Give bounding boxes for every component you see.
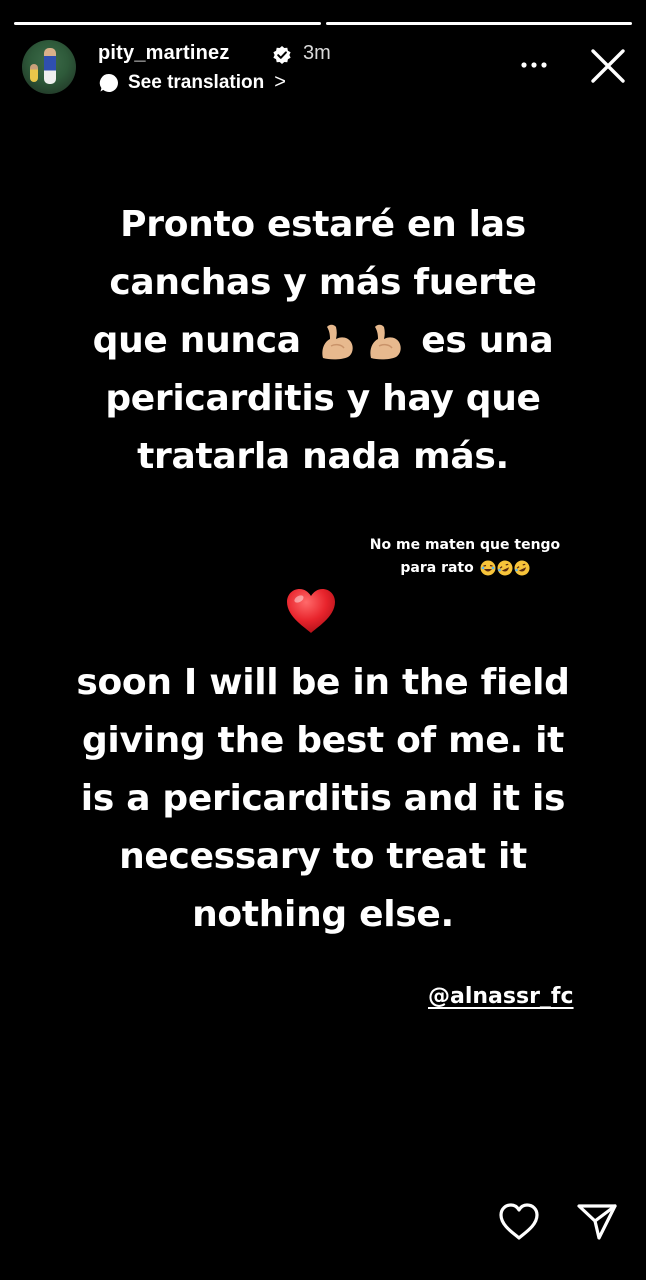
red-heart-emoji <box>287 589 335 633</box>
story-header: pity_martinez 3m See translation > <box>22 40 628 96</box>
avatar-figure <box>44 48 56 84</box>
laughing-emoji <box>480 560 496 576</box>
english-line-2: giving the best of me. it <box>81 720 565 761</box>
spanish-line-2: canchas y más fuerte <box>109 262 537 303</box>
progress-fill-1 <box>14 22 321 25</box>
spanish-line-5: tratarla nada más. <box>137 436 509 477</box>
note-line-2: para rato <box>352 557 578 580</box>
more-options-button[interactable] <box>516 50 552 80</box>
see-translation-label: See translation <box>128 71 265 93</box>
progress-fill-2 <box>325 22 632 25</box>
spanish-line-1: Pronto estaré en las <box>120 204 526 245</box>
mention-tag[interactable]: @alnassr_fc <box>428 984 574 1009</box>
english-line-3: is a pericarditis and it is <box>80 778 566 819</box>
post-time: 3m <box>303 42 331 64</box>
see-translation-link[interactable]: See translation > <box>98 71 286 94</box>
speech-bubble-icon <box>99 73 118 92</box>
note-line-2-text: para rato <box>400 560 474 576</box>
english-line-5: nothing else. <box>192 894 454 935</box>
spanish-line-3: que nunca es una <box>0 312 646 370</box>
verified-badge-icon <box>273 46 291 64</box>
spanish-line-3-start: que nunca <box>92 320 301 361</box>
flexed-biceps-emoji <box>370 324 401 360</box>
avatar[interactable] <box>22 40 76 94</box>
more-horizontal-icon <box>521 62 547 68</box>
rolling-laughing-emoji <box>497 560 513 576</box>
avatar-figure-child <box>30 64 38 82</box>
rolling-laughing-emoji <box>514 560 530 576</box>
english-line-4: necessary to treat it <box>119 836 527 877</box>
close-icon[interactable] <box>588 46 628 86</box>
progress-segment-1 <box>14 22 321 25</box>
chevron-right-icon: > <box>274 71 286 93</box>
progress-segment-2 <box>325 22 632 25</box>
spanish-line-4: pericarditis y hay que <box>105 378 541 419</box>
story-text-english: soon I will be in the field giving the b… <box>0 654 646 944</box>
caption-note: No me maten que tengo para rato <box>352 534 578 580</box>
heart-outline-icon[interactable] <box>497 1200 541 1244</box>
story-text-spanish: Pronto estaré en las canchas y más fuert… <box>0 196 646 486</box>
spanish-line-3-end: es una <box>421 320 554 361</box>
paper-plane-icon[interactable] <box>574 1198 620 1244</box>
username[interactable]: pity_martinez <box>98 42 230 65</box>
story-progress-bar <box>14 22 632 26</box>
english-line-1: soon I will be in the field <box>76 662 570 703</box>
flexed-biceps-emoji <box>322 324 353 360</box>
note-line-1: No me maten que tengo <box>369 537 561 553</box>
